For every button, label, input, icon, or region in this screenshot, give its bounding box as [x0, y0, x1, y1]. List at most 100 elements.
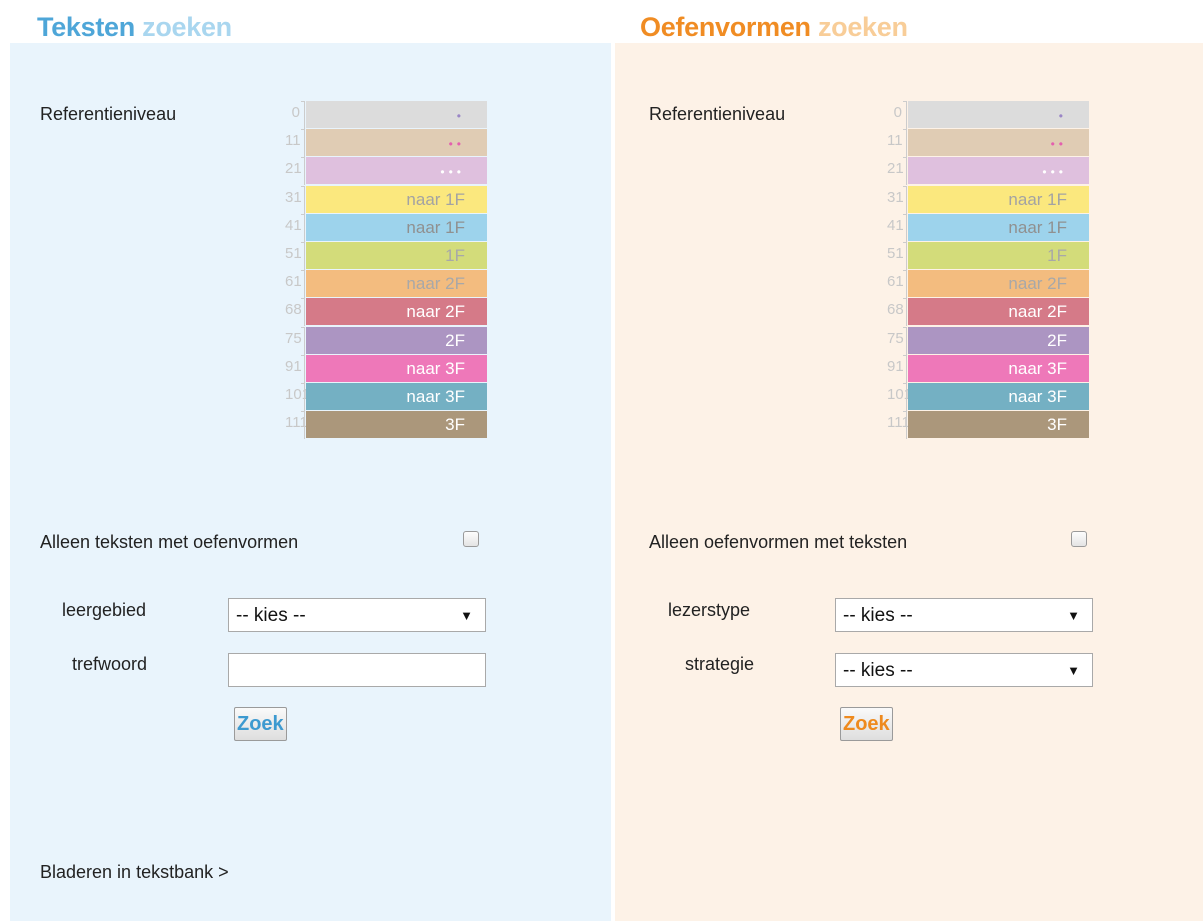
texts-search-button[interactable]: Zoek: [234, 707, 287, 741]
exercises-search-button[interactable]: Zoek: [840, 707, 893, 741]
level-tick: [903, 354, 907, 383]
texts-level-row-0[interactable]: 0 •: [285, 101, 487, 129]
exercises-only-with-label: Alleen oefenvormen met teksten: [649, 532, 908, 552]
level-bar[interactable]: ••: [908, 129, 1089, 157]
level-bar[interactable]: naar 2F: [306, 270, 487, 298]
exercises-level-row-10[interactable]: 101 naar 3F: [887, 383, 1089, 411]
texts-field2-label: trefwoord: [72, 654, 148, 674]
level-bar[interactable]: 1F: [908, 242, 1089, 269]
level-bar[interactable]: naar 2F: [908, 298, 1089, 326]
browse-textbank-link[interactable]: Bladeren in tekstbank >: [40, 861, 229, 883]
level-tick: [903, 326, 907, 355]
level-bar[interactable]: •••: [908, 157, 1089, 185]
level-tick: [301, 326, 305, 355]
level-bar[interactable]: ••: [306, 129, 487, 157]
texts-search-title: Teksten zoeken: [37, 12, 232, 42]
level-bar-label: •••: [1042, 165, 1067, 180]
level-bar-label: naar 3F: [1008, 387, 1067, 406]
level-number: 61: [285, 273, 302, 291]
exercises-level-row-1[interactable]: 11 ••: [887, 129, 1089, 158]
level-number: 101: [887, 386, 913, 403]
exercises-level-row-9[interactable]: 91 naar 3F: [887, 354, 1089, 383]
exercises-search-title: Oefenvormen zoeken: [640, 12, 908, 42]
trefwoord-input[interactable]: [228, 653, 486, 687]
texts-level-row-8[interactable]: 75 2F: [285, 326, 487, 355]
level-number: 41: [285, 216, 302, 234]
exercises-level-row-6[interactable]: 61 naar 2F: [887, 270, 1089, 299]
texts-level-label: Referentieniveau: [40, 104, 177, 124]
level-bar[interactable]: naar 3F: [306, 354, 487, 382]
level-bar[interactable]: naar 3F: [306, 383, 487, 410]
texts-level-row-9[interactable]: 91 naar 3F: [285, 354, 487, 383]
level-bar[interactable]: naar 3F: [908, 354, 1089, 382]
level-number: 51: [285, 245, 302, 262]
level-bar-label: naar 2F: [1008, 302, 1067, 322]
strategie-select[interactable]: -- kies -- ▼: [835, 653, 1093, 687]
level-bar-label: naar 2F: [406, 274, 465, 294]
level-bar[interactable]: •••: [306, 157, 487, 185]
level-bar[interactable]: naar 1F: [908, 213, 1089, 241]
level-number: 111: [285, 414, 308, 432]
exercises-level-row-5[interactable]: 51 1F: [887, 242, 1089, 270]
texts-level-row-4[interactable]: 41 naar 1F: [285, 213, 487, 242]
exercises-level-row-2[interactable]: 21 •••: [887, 157, 1089, 186]
level-bar-label: naar 1F: [1008, 217, 1067, 237]
level-bar[interactable]: 1F: [306, 242, 487, 269]
exercises-field1-label: lezerstype: [668, 600, 751, 620]
level-bar-label: naar 3F: [406, 387, 465, 406]
exercises-level-row-8[interactable]: 75 2F: [887, 326, 1089, 355]
level-number: 51: [887, 245, 904, 262]
level-bar[interactable]: naar 2F: [306, 298, 487, 326]
level-bar[interactable]: naar 1F: [306, 185, 487, 213]
exercises-level-row-7[interactable]: 68 naar 2F: [887, 298, 1089, 327]
level-bar[interactable]: •: [306, 101, 487, 128]
level-bar[interactable]: 2F: [306, 326, 487, 354]
level-bar[interactable]: •: [908, 101, 1089, 128]
texts-level-row-11[interactable]: 111 3F: [285, 411, 487, 440]
texts-only-with-label: Alleen teksten met oefenvormen: [40, 532, 299, 552]
level-bar-label: •••: [440, 165, 465, 180]
texts-level-row-7[interactable]: 68 naar 2F: [285, 298, 487, 327]
exercises-level-row-4[interactable]: 41 naar 1F: [887, 213, 1089, 242]
level-number: 11: [887, 132, 903, 150]
texts-level-row-3[interactable]: 31 naar 1F: [285, 185, 487, 214]
level-number: 75: [285, 329, 302, 347]
level-bar[interactable]: 3F: [908, 411, 1089, 439]
level-bar-label: 2F: [445, 330, 465, 350]
level-bar-label: 3F: [1047, 415, 1067, 435]
level-bar[interactable]: 2F: [908, 326, 1089, 354]
level-bar-label: •: [1058, 109, 1067, 123]
level-tick: [903, 270, 907, 299]
texts-level-row-2[interactable]: 21 •••: [285, 157, 487, 186]
level-bar-label: ••: [1050, 137, 1067, 152]
level-bar-label: 1F: [1047, 246, 1067, 265]
texts-level-row-5[interactable]: 51 1F: [285, 242, 487, 270]
texts-level-row-10[interactable]: 101 naar 3F: [285, 383, 487, 411]
texts-title-strong: Teksten: [37, 12, 135, 42]
level-number: 91: [887, 357, 904, 375]
exercises-level-row-3[interactable]: 31 naar 1F: [887, 185, 1089, 214]
exercises-level-row-0[interactable]: 0 •: [887, 101, 1089, 129]
level-bar[interactable]: 3F: [306, 411, 487, 439]
level-bar-label: naar 1F: [406, 189, 465, 209]
lezerstype-select[interactable]: -- kies -- ▼: [835, 598, 1093, 632]
level-tick: [903, 298, 907, 327]
level-number: 68: [887, 301, 904, 319]
level-tick: [903, 213, 907, 242]
leergebied-select[interactable]: -- kies -- ▼: [228, 598, 486, 632]
level-tick: [301, 411, 305, 440]
texts-level-row-1[interactable]: 11 ••: [285, 129, 487, 158]
level-bar[interactable]: naar 1F: [306, 213, 487, 241]
level-number: 111: [887, 414, 910, 432]
level-tick: [903, 101, 907, 129]
exercises-level-row-11[interactable]: 111 3F: [887, 411, 1089, 440]
texts-only-with-checkbox[interactable]: [463, 531, 479, 547]
level-tick: [903, 129, 907, 158]
level-bar[interactable]: naar 1F: [908, 185, 1089, 213]
level-bar[interactable]: naar 2F: [908, 270, 1089, 298]
level-bar[interactable]: naar 3F: [908, 383, 1089, 410]
texts-level-row-6[interactable]: 61 naar 2F: [285, 270, 487, 299]
level-tick: [903, 185, 907, 214]
level-tick: [301, 129, 305, 158]
exercises-only-with-checkbox[interactable]: [1071, 531, 1087, 547]
